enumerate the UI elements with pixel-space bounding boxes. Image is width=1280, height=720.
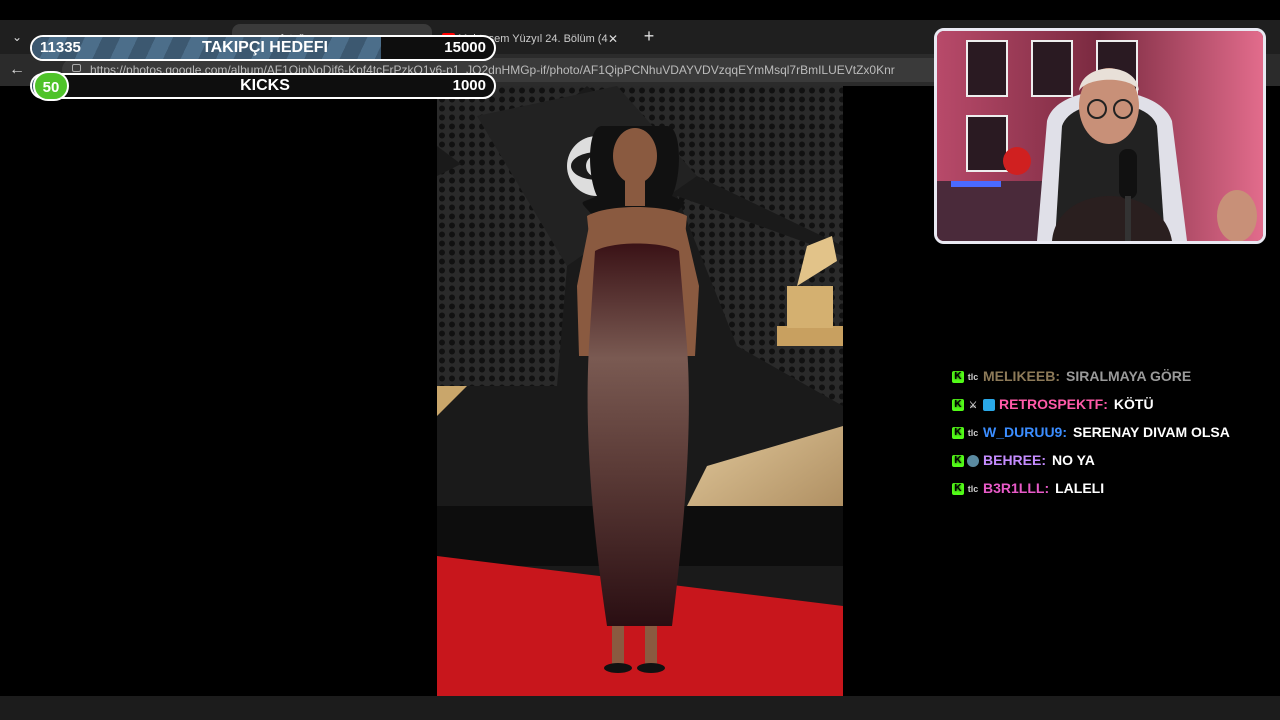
chat-username[interactable]: BEHREE: (983, 452, 1046, 468)
lock-icon[interactable] (72, 64, 81, 72)
tlc-icon: tlc (967, 484, 979, 495)
tlc-icon: tlc (967, 428, 979, 439)
cube-icon (983, 399, 995, 412)
sword-icon: ⚔ (968, 400, 978, 411)
chat-username[interactable]: W_DURUU9: (983, 424, 1067, 440)
follower-goal-title: TAKIPÇI HEDEFI (202, 39, 328, 56)
back-arrow-icon[interactable]: ← (6, 59, 28, 81)
chat-text: SIRALMAYA GÖRE (1066, 368, 1192, 384)
kicks-goal-bar: KICKS 1000 (30, 73, 496, 99)
kicks-goal-title: KICKS (240, 77, 290, 94)
chat-username[interactable]: RETROSPEKTF: (999, 396, 1108, 412)
stream-chat: Ktlc MELIKEEB: SIRALMAYA GÖRE K ⚔ RETROSPEKT… (952, 362, 1272, 502)
red-carpet-photo[interactable] (437, 86, 843, 696)
globe-icon (967, 455, 979, 468)
chat-text: SERENAY DIVAM OLSA (1073, 424, 1230, 440)
chat-message: Ktlc MELIKEEB: SIRALMAYA GÖRE (952, 362, 1272, 390)
viewer-bottom-bar (0, 696, 1280, 720)
chat-text: NO YA (1052, 452, 1095, 468)
streamer-webcam (934, 28, 1266, 244)
follower-goal-bar: 11335 TAKIPÇI HEDEFI 15000 (30, 35, 496, 61)
kick-icon: K (952, 427, 964, 440)
tab-search-icon[interactable]: ⌄ (6, 27, 28, 47)
chat-username[interactable]: B3R1LLL: (983, 480, 1049, 496)
kick-icon: K (952, 399, 964, 412)
kicks-goal-target: 1000 (452, 77, 486, 94)
chat-text: LALELI (1055, 480, 1105, 496)
chat-message: K ⚔ RETROSPEKTF: KÖTÜ (952, 390, 1272, 418)
follower-goal-target: 15000 (444, 39, 486, 56)
chat-message: K BEHREE: NO YA (952, 446, 1272, 474)
new-tab-button[interactable]: + (638, 26, 660, 48)
chat-text: KÖTÜ (1113, 396, 1154, 412)
chat-message: Ktlc B3R1LLL: LALELI (952, 474, 1272, 502)
kick-icon: K (952, 483, 964, 496)
kicks-goal-current: 50 (33, 71, 69, 101)
tlc-icon: tlc (967, 372, 979, 383)
chat-username[interactable]: MELIKEEB: (983, 368, 1060, 384)
kick-icon: K (952, 371, 964, 384)
chat-message: Ktlc W_DURUU9: SERENAY DIVAM OLSA (952, 418, 1272, 446)
kick-icon: K (952, 455, 964, 468)
close-icon[interactable]: ✕ (608, 24, 618, 54)
